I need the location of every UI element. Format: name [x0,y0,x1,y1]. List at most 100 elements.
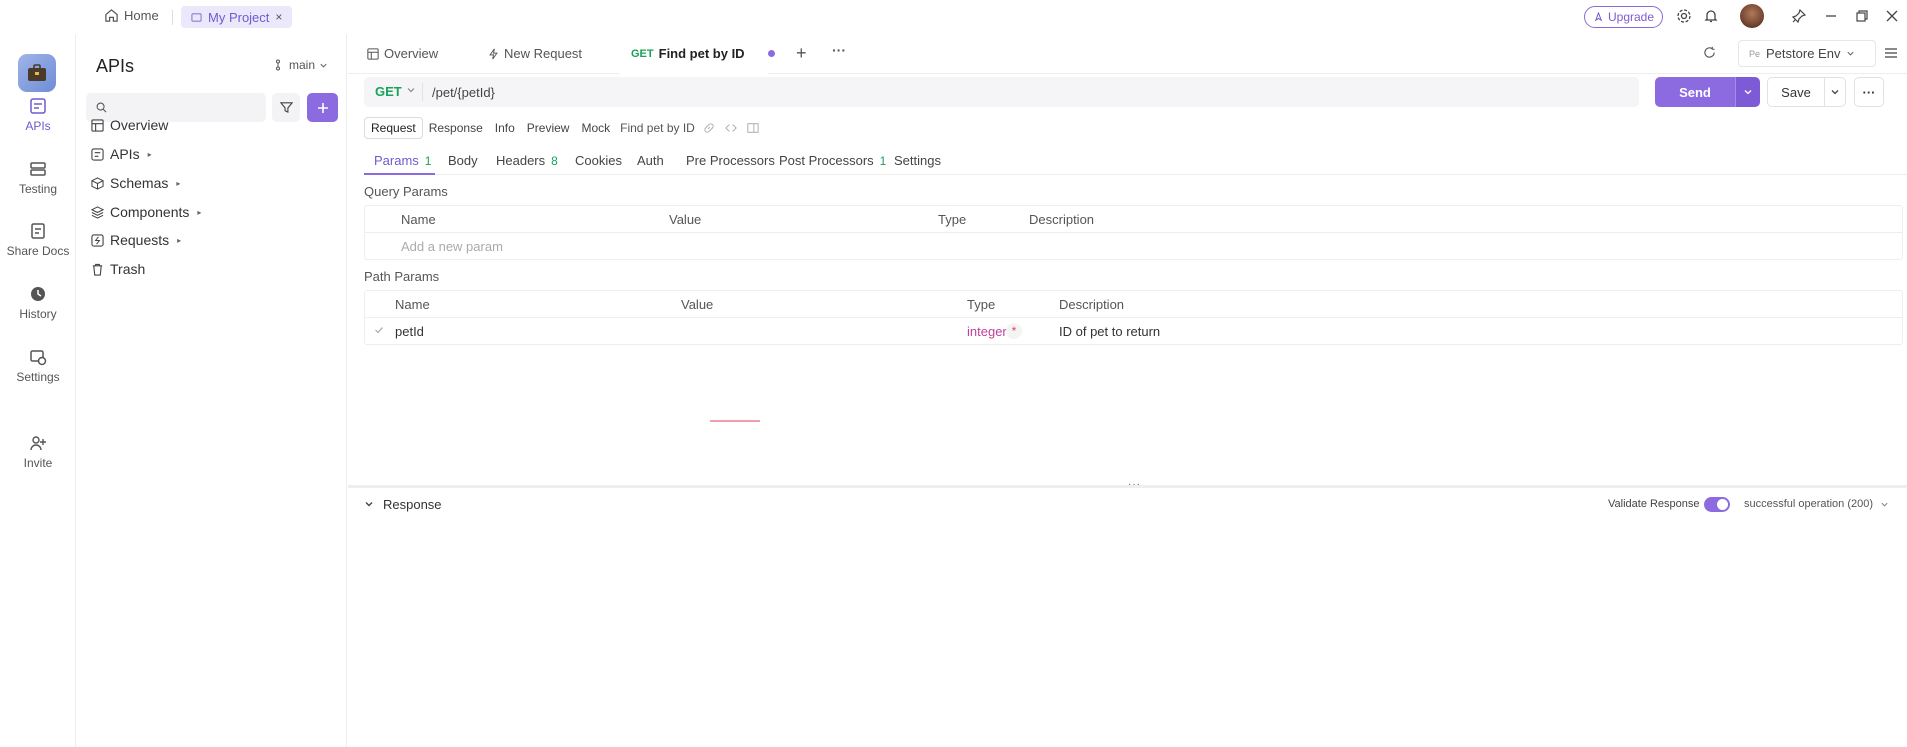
nav-item-testing[interactable]: Testing [0,160,76,196]
add-tab-button[interactable]: + [796,43,807,64]
tab-new-request[interactable]: New Request [488,46,582,61]
view-switcher: Request Response Info Preview Mock Find … [364,117,759,139]
validate-response-label: Validate Response [1608,498,1700,510]
seg-request[interactable]: Request [364,117,423,139]
branch-selector[interactable]: main [275,58,328,72]
chevron-down-icon[interactable] [406,85,416,95]
filter-button[interactable] [272,93,300,122]
seg-response[interactable]: Response [423,117,489,139]
count-badge: 1 [424,153,432,168]
caret-right-icon[interactable]: ▸ [176,179,180,188]
seg-preview[interactable]: Preview [521,117,576,139]
tab-cookies[interactable]: Cookies [575,153,622,168]
nav-item-history[interactable]: History [0,285,76,321]
sidebar: APIs main Overview APIs ▸ Schemas ▸ Comp… [77,34,347,747]
menu-icon[interactable] [1884,46,1898,60]
tab-body[interactable]: Body [448,153,478,168]
column-header: Description [1059,297,1125,312]
response-title[interactable]: Response [383,497,442,512]
branch-icon [276,59,280,71]
tree-item-apis[interactable]: APIs ▸ [91,146,152,162]
seg-mock[interactable]: Mock [575,117,616,139]
required-badge: * [1006,323,1022,339]
column-header: Name [401,212,436,227]
validate-response-toggle[interactable] [1704,497,1730,512]
add-button[interactable] [307,93,338,122]
param-type[interactable]: integer [967,324,1007,339]
nav-item-share-docs[interactable]: Share Docs [0,222,76,258]
response-status: successful operation (200) [1744,498,1874,510]
response-status-selector[interactable]: successful operation (200) [1744,498,1889,510]
endpoint-name: Find pet by ID [620,121,695,135]
add-param-row[interactable]: Add a new param [365,233,1902,259]
param-name[interactable]: petId [395,324,424,339]
tab-pre-processors[interactable]: Pre Processors [686,153,775,168]
nav-item-settings[interactable]: Settings [0,348,76,384]
tree-item-schemas[interactable]: Schemas ▸ [91,175,180,191]
tab-label: Overview [384,46,439,61]
caret-right-icon[interactable]: ▸ [148,150,152,159]
close-project-tab-icon[interactable]: × [275,10,282,24]
minimize-icon[interactable] [1824,8,1838,24]
tree-item-overview[interactable]: Overview [91,117,168,133]
lightning-icon [489,48,498,59]
param-description[interactable]: ID of pet to return [1059,324,1160,339]
tree-item-components[interactable]: Components ▸ [91,204,201,220]
collapse-chevron-icon[interactable] [364,499,374,509]
query-params-table: Name Value Type Description Add a new pa… [364,205,1903,260]
filter-icon [279,102,293,114]
environment-selector[interactable]: Pe Petstore Env [1738,40,1876,67]
send-button[interactable]: Send [1655,77,1735,107]
project-tab[interactable]: My Project × [181,6,293,28]
caret-right-icon[interactable]: ▸ [197,208,201,217]
nav-item-apis[interactable]: APIs [0,97,76,133]
count-badge: 8 [551,153,558,168]
save-button[interactable]: Save [1767,77,1825,107]
code-icon[interactable] [725,122,737,134]
gear-icon[interactable] [1676,8,1692,24]
tree-item-requests[interactable]: Requests ▸ [91,232,181,248]
tab-overview[interactable]: Overview [367,46,438,61]
url-input[interactable]: /pet/{petId} [432,85,495,100]
tab-post-processors[interactable]: Post Processors 1 [779,153,886,168]
method-selector[interactable]: GET [375,84,402,99]
home-tab[interactable]: Home [104,8,159,23]
table-row: petId integer * ID of pet to return [365,318,1902,344]
overview-icon [367,47,379,60]
more-tabs-button[interactable]: ··· [832,42,846,58]
column-header: Value [681,297,714,312]
tab-headers[interactable]: Headers 8 [496,153,558,168]
nav-item-invite[interactable]: Invite [0,434,76,470]
tree-item-label: Components [110,204,190,220]
tab-find-pet-by-id[interactable]: GET Find pet by ID [631,46,775,61]
link-icon[interactable] [703,122,715,134]
bell-icon[interactable] [1703,8,1719,24]
column-header: Type [967,297,996,312]
send-dropdown-button[interactable] [1735,77,1760,107]
tab-label: Cookies [575,153,622,168]
tab-params[interactable]: Params 1 [374,153,431,168]
chevron-down-icon [1831,90,1839,95]
refresh-icon[interactable] [1703,46,1716,59]
nav-item-label: Invite [23,456,53,470]
panel-icon[interactable] [747,122,759,134]
enabled-check-icon[interactable] [374,325,384,335]
tab-settings[interactable]: Settings [894,153,941,168]
tree-item-trash[interactable]: Trash [91,261,145,277]
loading-indicator [710,420,760,422]
caret-right-icon[interactable]: ▸ [177,236,181,245]
seg-info[interactable]: Info [489,117,521,139]
upgrade-button[interactable]: Upgrade [1584,6,1664,28]
pin-icon[interactable] [1791,8,1807,24]
restore-icon[interactable] [1855,8,1869,24]
avatar[interactable] [1740,4,1764,28]
tab-auth[interactable]: Auth [637,153,664,168]
close-window-icon[interactable] [1885,8,1899,24]
tab-label: New Request [504,46,583,61]
chevron-down-icon [320,63,327,68]
tab-label: Settings [894,153,941,168]
more-options-button[interactable]: ··· [1854,77,1884,107]
save-dropdown-button[interactable] [1824,77,1846,107]
upgrade-label: Upgrade [1608,10,1655,24]
add-param-placeholder[interactable]: Add a new param [401,239,503,254]
